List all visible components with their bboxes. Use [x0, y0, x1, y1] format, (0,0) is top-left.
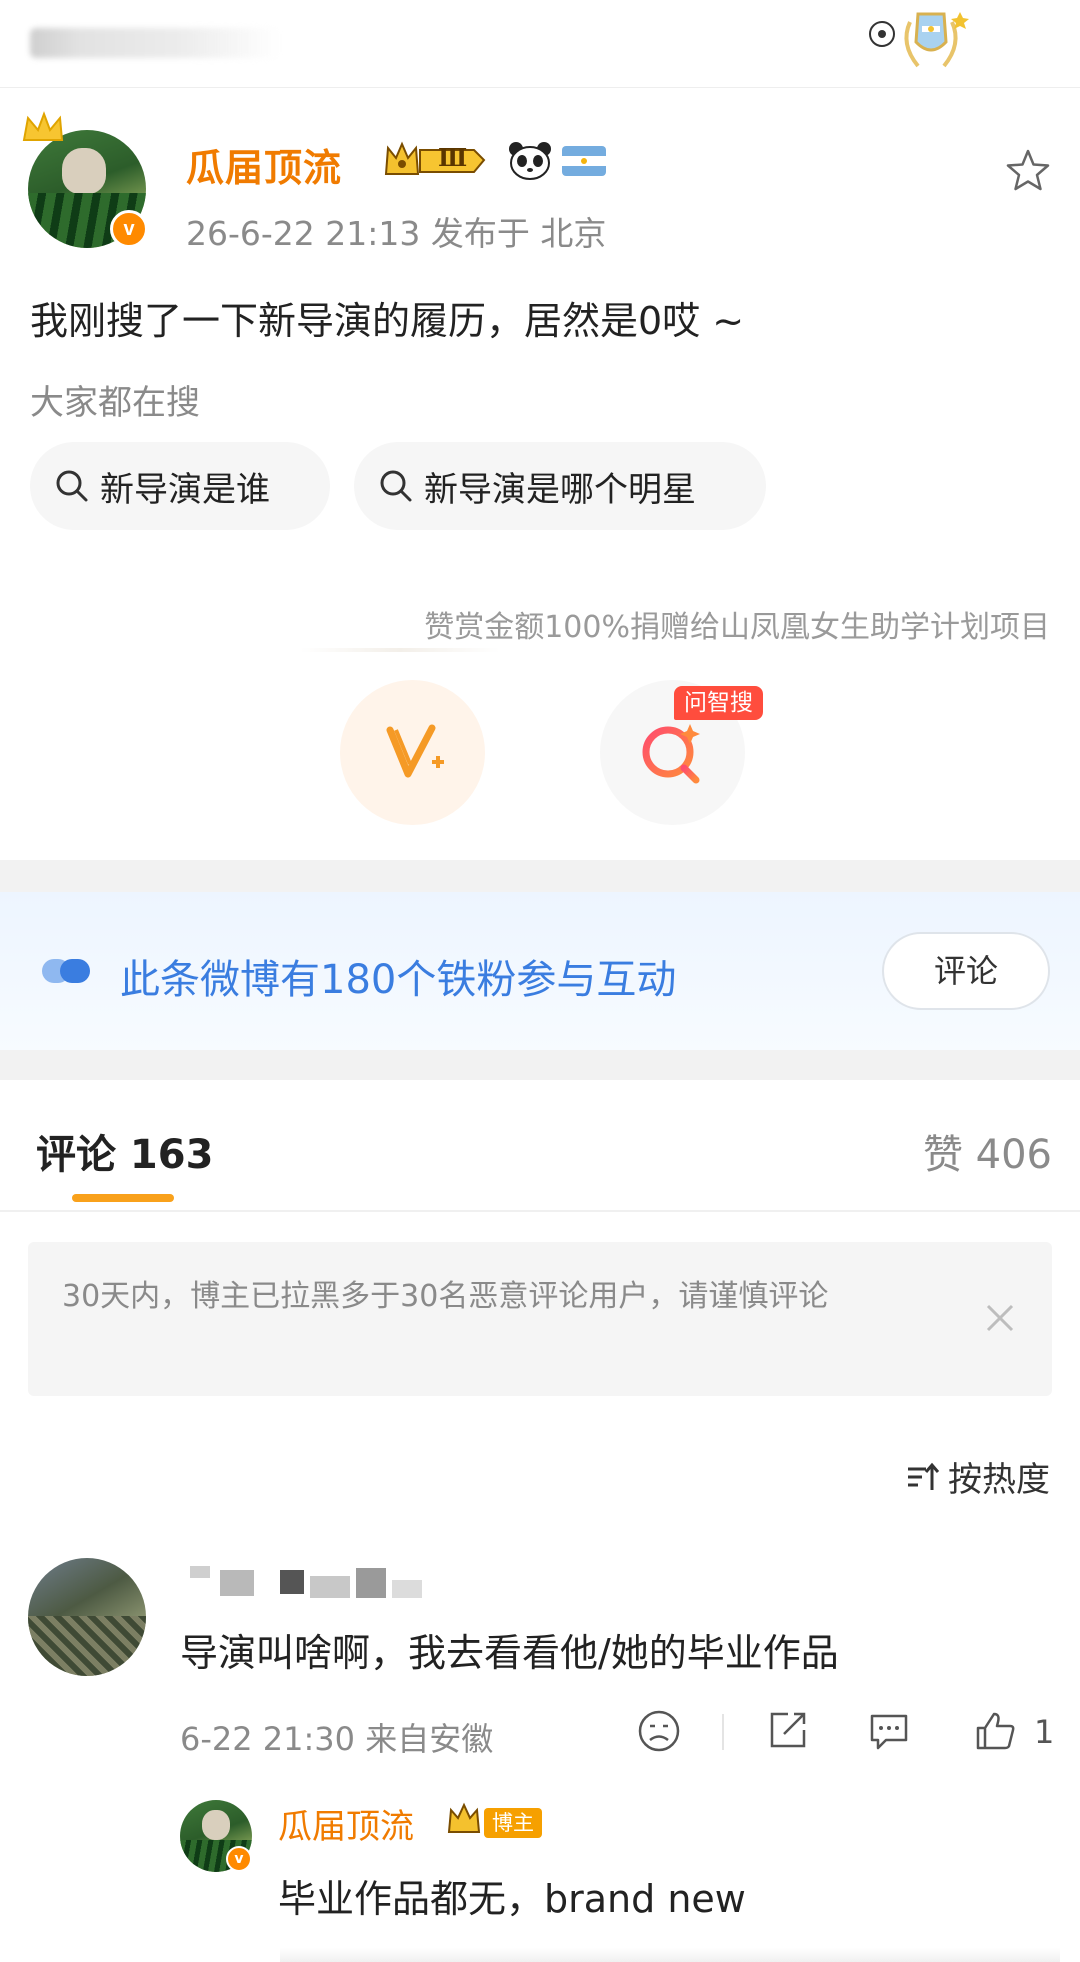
search-pill[interactable]: 新导演是谁: [30, 442, 330, 530]
divider: [0, 1210, 1080, 1212]
comment-icon[interactable]: [866, 1708, 912, 1754]
blurred-username: [190, 1566, 422, 1598]
sort-icon: [908, 1462, 940, 1490]
ai-search-tag: 问智搜: [674, 686, 763, 720]
comment-meta: 6-22 21:30 来自安徽: [180, 1720, 494, 1758]
notice-text: 30天内，博主已拉黑多于30名恶意评论用户，请谨慎评论: [62, 1279, 829, 1314]
reply-author-name[interactable]: 瓜届顶流: [278, 1799, 414, 1848]
sort-label: 按热度: [948, 1460, 1050, 1500]
world-cup-badge-icon: [869, 12, 969, 68]
like-icon[interactable]: [972, 1708, 1018, 1754]
verified-badge: v: [110, 210, 148, 248]
cut-off-row: [280, 1948, 1060, 1962]
blogger-tag: 博主: [484, 1808, 542, 1838]
sort-button[interactable]: 按热度: [906, 1452, 1050, 1501]
section-separator: [0, 1050, 1080, 1080]
divider: [300, 648, 500, 652]
tab-indicator: [72, 1194, 174, 1202]
trending-search-label: 大家都在搜: [30, 383, 200, 423]
search-icon: [56, 470, 88, 502]
search-pill-label: 新导演是谁: [100, 469, 270, 510]
close-icon[interactable]: [980, 1298, 1020, 1338]
post-meta: 26-6-22 21:13 发布于 北京: [186, 214, 607, 253]
reward-button[interactable]: [340, 680, 485, 825]
divider: [722, 1714, 724, 1750]
fans-icon: [42, 959, 90, 983]
notice-box: [28, 1242, 1052, 1396]
post-text: 我刚搜了一下新导演的履历，居然是0哎 ~: [30, 299, 745, 343]
share-icon[interactable]: [764, 1708, 810, 1754]
panda-icon: [509, 142, 551, 180]
level-badge-text: Ⅲ: [438, 143, 468, 172]
reply-text: 毕业作品都无，brand new: [278, 1877, 746, 1921]
level-crown-badge-icon: [384, 141, 486, 175]
star-icon[interactable]: [1004, 147, 1052, 195]
tab-likes[interactable]: 赞 406: [880, 1122, 1052, 1180]
reward-note: 赞赏金额100%捐赠给山凤凰女生助学计划项目: [424, 610, 1050, 645]
verified-badge: v: [226, 1846, 252, 1872]
level-crown-icon: [447, 1802, 481, 1833]
fans-banner-text: 此条微博有180个铁粉参与互动: [120, 957, 677, 1003]
dislike-icon[interactable]: [636, 1708, 682, 1754]
crown-icon: [22, 111, 64, 141]
comment-button[interactable]: 评论: [882, 932, 1050, 1010]
comment-text: 导演叫啥啊，我去看看他/她的毕业作品: [180, 1631, 839, 1675]
commenter-avatar[interactable]: [28, 1558, 146, 1676]
search-icon: [380, 470, 412, 502]
like-count: 1: [1034, 1713, 1055, 1751]
tab-comments[interactable]: 评论 163: [36, 1122, 213, 1180]
argentina-flag-icon: [562, 146, 606, 176]
search-pill-label: 新导演是哪个明星: [424, 469, 696, 510]
section-separator: [0, 860, 1080, 892]
author-name[interactable]: 瓜届顶流: [186, 137, 342, 192]
v-plus-icon: [386, 724, 444, 778]
search-pill[interactable]: 新导演是哪个明星: [354, 442, 766, 530]
blurred-title: [30, 28, 280, 58]
